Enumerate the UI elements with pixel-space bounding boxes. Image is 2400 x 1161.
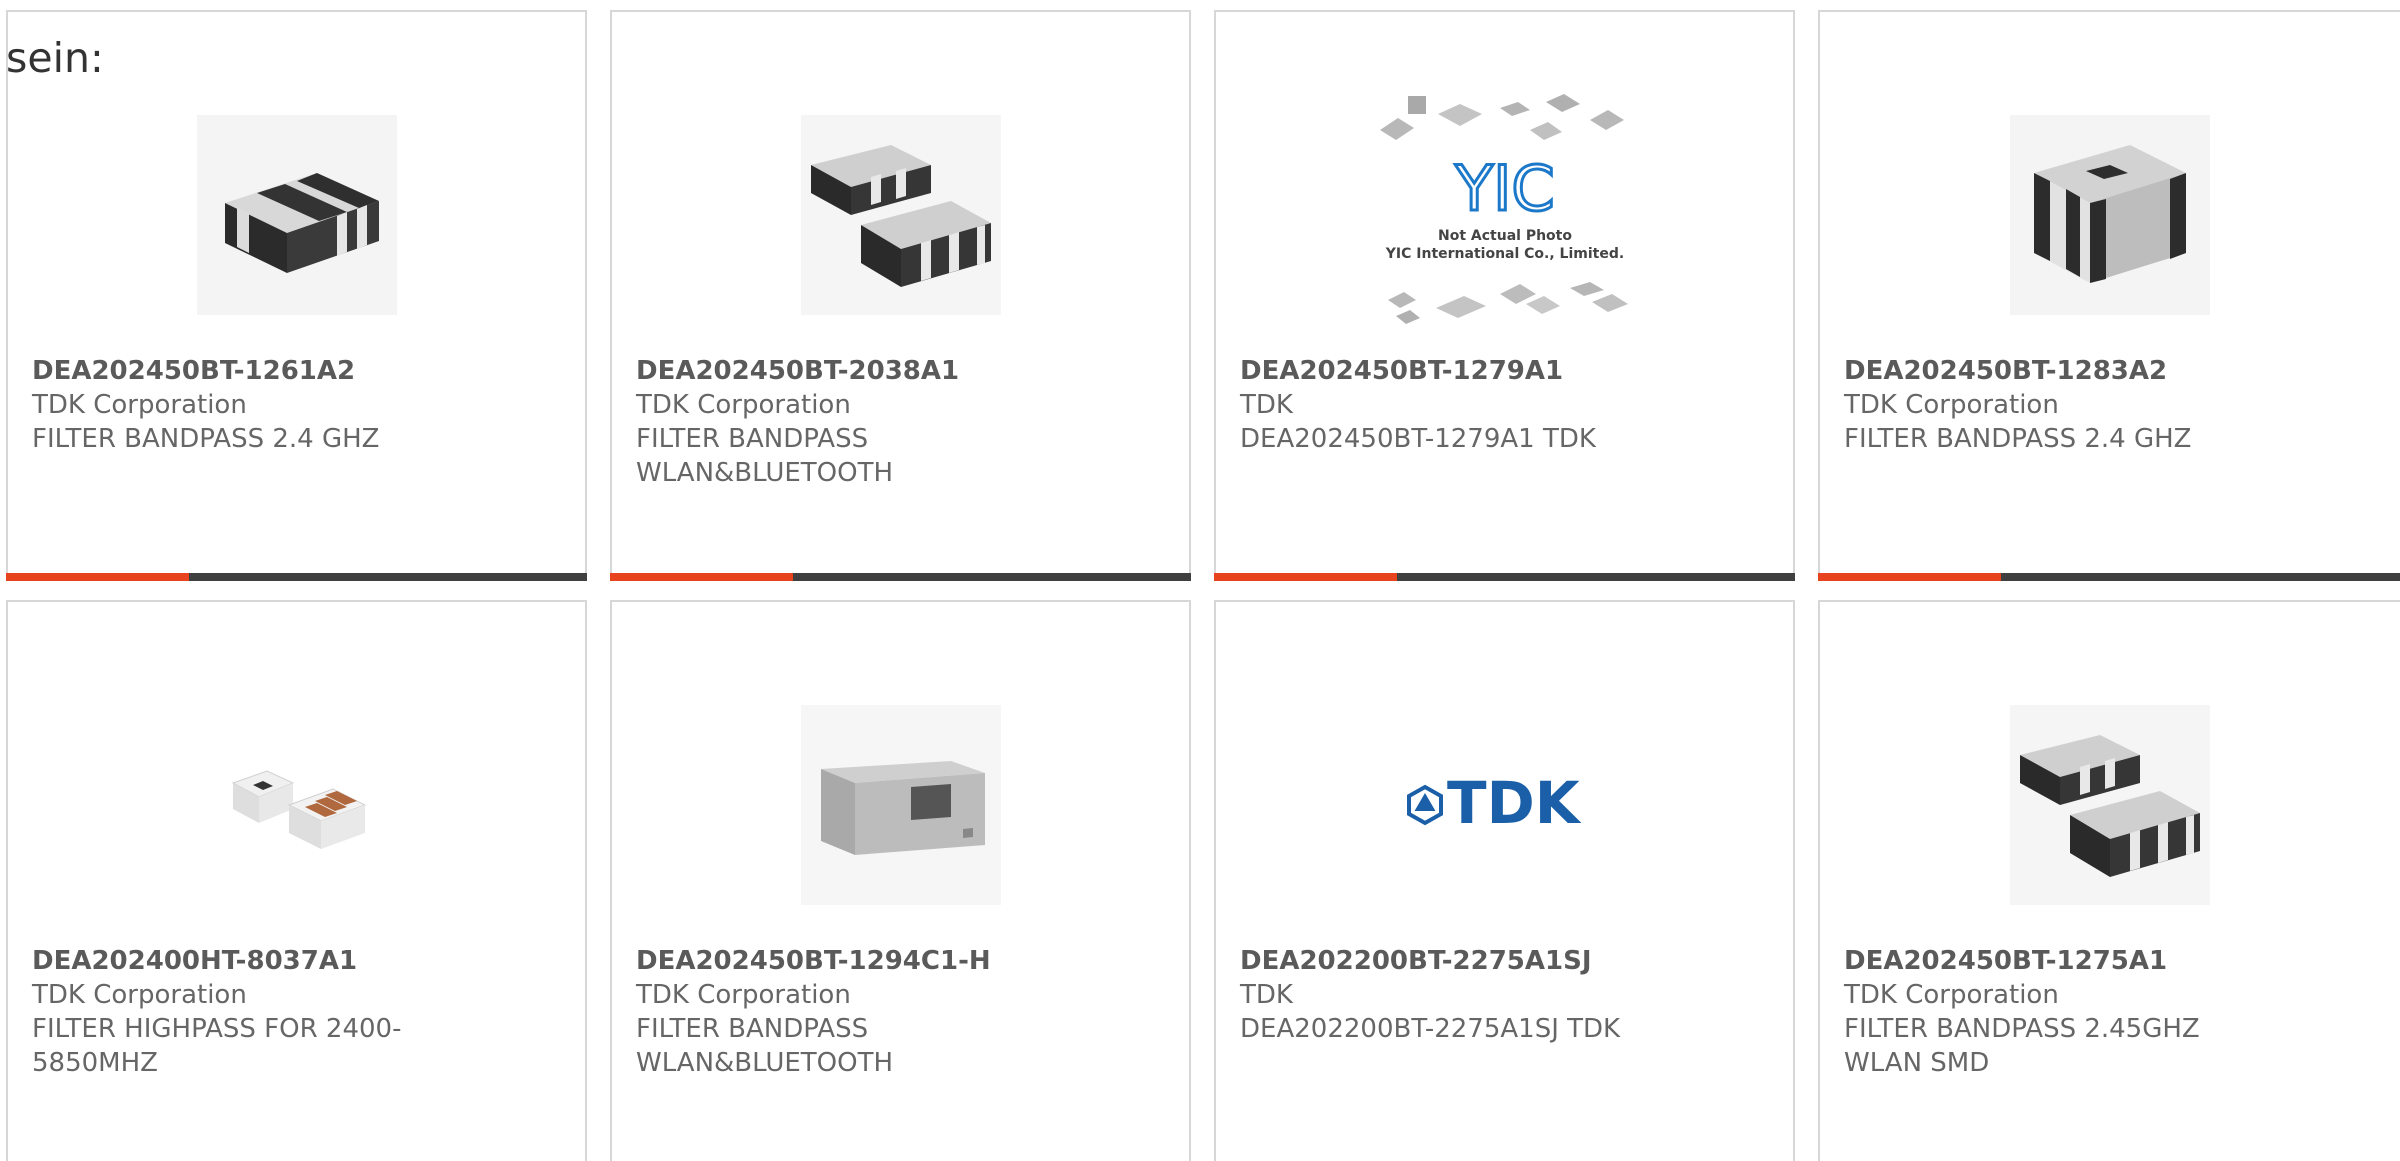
product-info: DEA202200BT-2275A1SJ TDK DEA202200BT-227… xyxy=(1240,944,1769,1046)
filter-chip-pair-icon[interactable] xyxy=(1970,667,2250,942)
manufacturer: TDK Corporation xyxy=(32,390,247,420)
part-number[interactable]: DEA202400HT-8037A1 xyxy=(32,944,561,978)
product-info: DEA202450BT-1261A2 TDK Corporation FILTE… xyxy=(32,354,561,456)
description: FILTER HIGHPASS FOR 2400-5850MHZ xyxy=(32,1014,402,1078)
part-number[interactable]: DEA202450BT-1275A1 xyxy=(1844,944,2376,978)
description: DEA202450BT-1279A1 TDK xyxy=(1240,424,1596,454)
product-grid-page: sein: DEA202450BT-1261A2 TDK Corporation… xyxy=(0,0,2400,1161)
product-card[interactable]: DEA202400HT-8037A1 TDK Corporation FILTE… xyxy=(6,600,587,1161)
product-card[interactable]: DEA202450BT-1294C1-H TDK Corporation FIL… xyxy=(610,600,1191,1161)
part-number[interactable]: DEA202450BT-2038A1 xyxy=(636,354,1165,388)
yic-logo: YIC xyxy=(1454,152,1554,225)
product-card[interactable]: TDK DEA202200BT-2275A1SJ TDK DEA202200BT… xyxy=(1214,600,1795,1161)
card-bottom-bar xyxy=(610,573,1191,581)
description: DEA202200BT-2275A1SJ TDK xyxy=(1240,1014,1621,1044)
filter-chip-2-band-icon[interactable] xyxy=(157,77,437,352)
yic-placeholder-icon[interactable]: YIC Not Actual Photo YIC International C… xyxy=(1365,77,1645,352)
intro-text: sein: xyxy=(6,34,104,82)
part-number[interactable]: DEA202450BT-1261A2 xyxy=(32,354,561,388)
part-number[interactable]: DEA202450BT-1294C1-H xyxy=(636,944,1165,978)
placeholder-line1: Not Actual Photo xyxy=(1438,228,1572,244)
product-card[interactable]: DEA202450BT-1261A2 TDK Corporation FILTE… xyxy=(6,10,587,581)
product-card[interactable]: DEA202450BT-1283A2 TDK Corporation FILTE… xyxy=(1818,10,2400,581)
manufacturer: TDK Corporation xyxy=(32,980,247,1010)
highpass-chip-pair-icon[interactable] xyxy=(157,667,437,942)
product-info: DEA202450BT-1294C1-H TDK Corporation FIL… xyxy=(636,944,1165,1080)
product-card[interactable]: YIC Not Actual Photo YIC International C… xyxy=(1214,10,1795,581)
card-bar-accent xyxy=(1214,573,1397,581)
part-number[interactable]: DEA202200BT-2275A1SJ xyxy=(1240,944,1769,978)
manufacturer: TDK xyxy=(1240,980,1293,1010)
card-bar-accent xyxy=(610,573,793,581)
card-bottom-bar xyxy=(1214,573,1795,581)
card-bar-accent xyxy=(6,573,189,581)
description: FILTER BANDPASS WLAN&BLUETOOTH xyxy=(636,1014,894,1078)
description: FILTER BANDPASS 2.45GHZ WLAN SMD xyxy=(1844,1014,2200,1078)
description: FILTER BANDPASS 2.4 GHZ xyxy=(1844,424,2192,454)
product-info: DEA202450BT-2038A1 TDK Corporation FILTE… xyxy=(636,354,1165,490)
product-card[interactable]: DEA202450BT-2038A1 TDK Corporation FILTE… xyxy=(610,10,1191,581)
card-bar-accent xyxy=(1818,573,2001,581)
part-number[interactable]: DEA202450BT-1279A1 xyxy=(1240,354,1769,388)
product-info: DEA202400HT-8037A1 TDK Corporation FILTE… xyxy=(32,944,561,1080)
tdk-logo-icon[interactable]: TDK xyxy=(1365,667,1645,942)
manufacturer: TDK Corporation xyxy=(1844,390,2059,420)
tdk-logo-text: TDK xyxy=(1447,769,1582,837)
description: FILTER BANDPASS WLAN&BLUETOOTH xyxy=(636,424,894,488)
filter-chip-tall-icon[interactable] xyxy=(1970,77,2250,352)
product-card[interactable]: DEA202450BT-1275A1 TDK Corporation FILTE… xyxy=(1818,600,2400,1161)
filter-chip-pair-icon[interactable] xyxy=(761,77,1041,352)
card-bottom-bar xyxy=(1818,573,2400,581)
manufacturer: TDK Corporation xyxy=(1844,980,2059,1010)
gray-module-icon[interactable] xyxy=(761,667,1041,942)
description: FILTER BANDPASS 2.4 GHZ xyxy=(32,424,380,454)
manufacturer: TDK Corporation xyxy=(636,390,851,420)
product-info: DEA202450BT-1283A2 TDK Corporation FILTE… xyxy=(1844,354,2376,456)
placeholder-line2: YIC International Co., Limited. xyxy=(1384,246,1623,262)
part-number[interactable]: DEA202450BT-1283A2 xyxy=(1844,354,2376,388)
product-grid: DEA202450BT-1261A2 TDK Corporation FILTE… xyxy=(0,0,2400,1161)
product-info: DEA202450BT-1279A1 TDK DEA202450BT-1279A… xyxy=(1240,354,1769,456)
manufacturer: TDK xyxy=(1240,390,1293,420)
manufacturer: TDK Corporation xyxy=(636,980,851,1010)
card-bottom-bar xyxy=(6,573,587,581)
product-info: DEA202450BT-1275A1 TDK Corporation FILTE… xyxy=(1844,944,2376,1080)
